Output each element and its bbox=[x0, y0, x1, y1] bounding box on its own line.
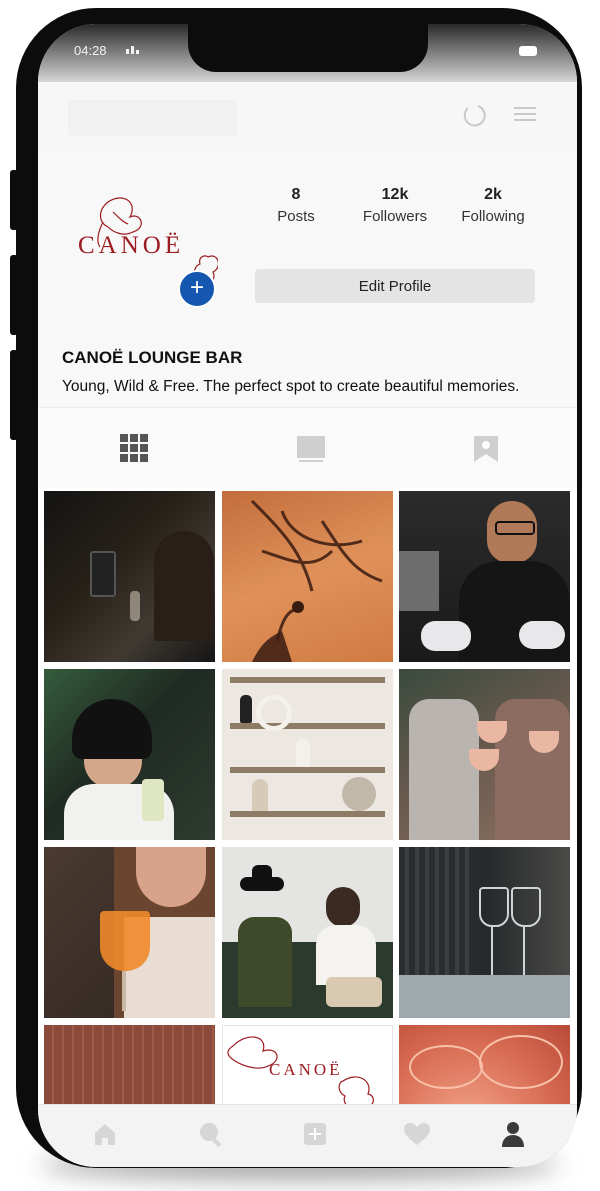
grid-icon[interactable] bbox=[114, 430, 154, 466]
photo-chef[interactable] bbox=[399, 491, 570, 662]
phone-screen: 04:28 CANOË + 8 Posts 12k Followers 2k F… bbox=[38, 24, 577, 1167]
reels-icon[interactable] bbox=[291, 430, 331, 466]
side-button-volume-down bbox=[10, 350, 18, 440]
refresh-icon[interactable] bbox=[458, 98, 490, 130]
stat-followers-label: Followers bbox=[362, 208, 428, 225]
photo-woman-with-drink[interactable] bbox=[44, 669, 215, 840]
stat-following-label: Following bbox=[461, 208, 525, 225]
top-bar bbox=[38, 82, 577, 153]
add-post-icon[interactable] bbox=[298, 1117, 332, 1151]
stat-posts[interactable]: 8 Posts bbox=[251, 186, 341, 225]
photo-couple-conversation[interactable] bbox=[222, 847, 393, 1018]
photo-toasting-glasses[interactable] bbox=[399, 669, 570, 840]
profile-tabs bbox=[38, 407, 577, 488]
photo-woman-with-cocktail[interactable] bbox=[44, 847, 215, 1018]
stat-followers-value: 12k bbox=[381, 186, 409, 203]
battery-icon bbox=[519, 46, 537, 56]
signal-icon bbox=[126, 46, 139, 54]
search-icon[interactable] bbox=[194, 1117, 228, 1151]
username-placeholder bbox=[68, 100, 238, 136]
profile-header: CANOË + 8 Posts 12k Followers 2k Followi… bbox=[38, 152, 577, 407]
logo-text: CANOË bbox=[78, 232, 185, 259]
edit-profile-button[interactable]: Edit Profile bbox=[255, 269, 535, 303]
profile-icon[interactable] bbox=[496, 1117, 530, 1151]
menu-icon[interactable] bbox=[508, 98, 540, 130]
profile-name: CANOË LOUNGE BAR bbox=[62, 348, 243, 367]
stat-followers[interactable]: 12k Followers bbox=[350, 186, 440, 225]
stat-posts-label: Posts bbox=[277, 208, 315, 225]
stat-following-value: 2k bbox=[484, 186, 502, 203]
photo-flower-shadow[interactable] bbox=[222, 491, 393, 662]
heart-icon[interactable] bbox=[400, 1117, 434, 1151]
photo-shelf-decor[interactable] bbox=[222, 669, 393, 840]
side-button-mute bbox=[10, 170, 18, 230]
stat-following[interactable]: 2k Following bbox=[448, 186, 538, 225]
bottom-nav bbox=[38, 1104, 577, 1167]
status-time: 04:28 bbox=[74, 43, 107, 58]
add-story-button[interactable]: + bbox=[178, 270, 216, 308]
logo-tile-text: CANOË bbox=[269, 1060, 343, 1079]
posts-grid: CANOË bbox=[38, 488, 577, 1167]
profile-bio: Young, Wild & Free. The perfect spot to … bbox=[62, 378, 520, 395]
notch bbox=[188, 24, 428, 72]
photo-guests-with-phone[interactable] bbox=[44, 491, 215, 662]
tagged-icon[interactable] bbox=[466, 430, 506, 466]
home-icon[interactable] bbox=[88, 1117, 122, 1151]
stat-posts-value: 8 bbox=[291, 186, 301, 203]
side-button-volume bbox=[10, 255, 18, 335]
photo-wine-glasses[interactable] bbox=[399, 847, 570, 1018]
